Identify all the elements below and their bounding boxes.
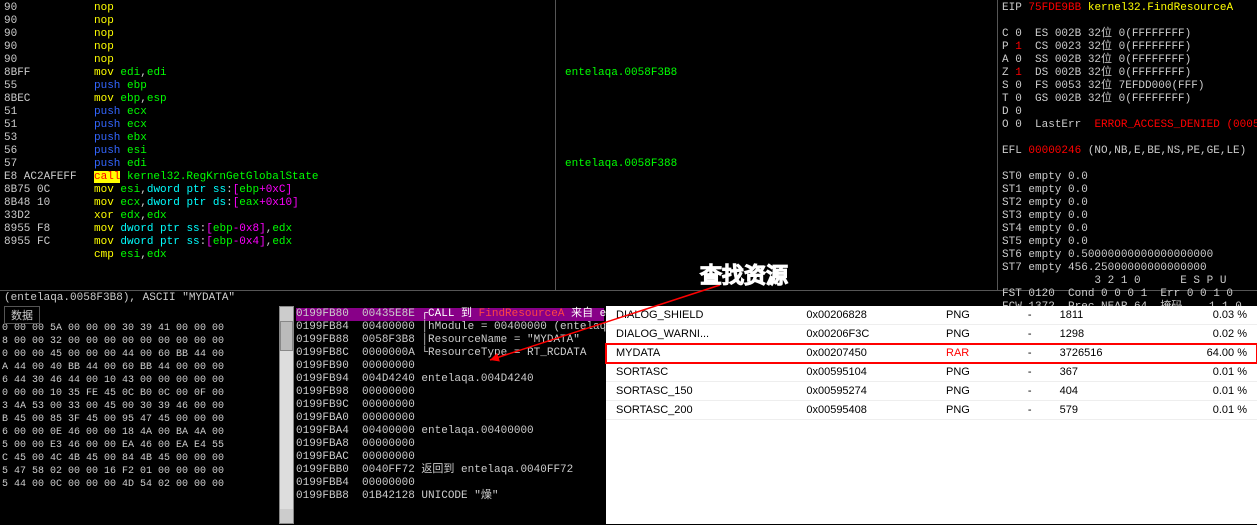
disasm-row[interactable]: 90nop <box>4 41 993 54</box>
disasm-row[interactable]: 8BFFmov edi,edientelaqa.0058F3B8 <box>4 67 993 80</box>
hex-row[interactable]: 8 00 00 32 00 00 00 00 00 00 00 00 00 <box>2 335 277 348</box>
disasm-row[interactable]: 33D2xor edx,edx <box>4 210 993 223</box>
efl-value: 00000246 <box>1028 145 1081 157</box>
hex-row[interactable]: B 45 00 85 3F 45 00 95 47 45 00 00 00 <box>2 413 277 426</box>
disasm-row[interactable]: 8B48 10mov ecx,dword ptr ds:[eax+0x10] <box>4 197 993 210</box>
hexdump-scrollbar[interactable]: ▲ ▼ <box>279 306 294 524</box>
resource-row[interactable]: SORTASC_1500x00595274PNG-4040.01 % <box>606 382 1257 401</box>
disasm-row[interactable]: 90nop <box>4 28 993 41</box>
stack-row[interactable]: 0199FB9C 00000000 <box>296 399 604 412</box>
stack-row[interactable]: 0199FBAC 00000000 <box>296 451 604 464</box>
hexdump-panel[interactable]: 0 00 00 5A 00 00 00 30 39 41 00 00 008 0… <box>0 306 279 524</box>
stack-row[interactable]: 0199FB90 00000000 <box>296 360 604 373</box>
disasm-row[interactable]: 51push ecx <box>4 119 993 132</box>
disasm-row[interactable]: 8BECmov ebp,esp <box>4 93 993 106</box>
stack-row[interactable]: 0199FBA0 00000000 <box>296 412 604 425</box>
resource-row[interactable]: DIALOG_WARNI...0x00206F3CPNG-12980.02 % <box>606 325 1257 344</box>
hex-row[interactable]: 0 00 00 5A 00 00 00 30 39 41 00 00 00 <box>2 322 277 335</box>
disassembly-panel[interactable]: 90nop90nop90nop90nop90nop8BFFmov edi,edi… <box>0 0 997 290</box>
flag-row: A 0 SS 002B 32位 0(FFFFFFFF) <box>1002 54 1253 67</box>
hex-row[interactable]: 6 00 00 0E 46 00 00 18 4A 00 BA 4A 00 <box>2 426 277 439</box>
stack-row[interactable]: 0199FBB8 01B42128 UNICODE "燥" <box>296 490 604 503</box>
disasm-row[interactable]: 90nop <box>4 54 993 67</box>
hex-row[interactable]: A 44 00 40 BB 44 00 60 BB 44 00 00 00 <box>2 361 277 374</box>
flag-row: T 0 GS 002B 32位 0(FFFFFFFF) <box>1002 93 1253 106</box>
fpu-row: ST7 empty 456.25000000000000000 <box>1002 262 1253 275</box>
hex-row[interactable]: C 45 00 4C 4B 45 00 84 4B 45 00 00 00 <box>2 452 277 465</box>
stack-row[interactable]: 0199FB98 00000000 <box>296 386 604 399</box>
eip-function: kernel32.FindResourceA <box>1088 2 1233 14</box>
flag-row: C 0 ES 002B 32位 0(FFFFFFFF) <box>1002 28 1253 41</box>
eip-address: 75FDE9BB <box>1028 2 1081 14</box>
disasm-row[interactable]: 56push esi <box>4 145 993 158</box>
fpu-status-row: 3 2 1 0 E S P U <box>1002 275 1253 288</box>
scroll-thumb[interactable] <box>280 321 293 351</box>
stack-row[interactable]: 0199FBB0 0040FF72 返回到 entelaqa.0040FF72 <box>296 464 604 477</box>
fpu-status-row: FST 0120 Cond 0 0 0 1 Err 0 0 1 0 <box>1002 288 1253 301</box>
disasm-row[interactable]: 90nop <box>4 15 993 28</box>
fpu-row: ST1 empty 0.0 <box>1002 184 1253 197</box>
hex-row[interactable]: 5 44 00 0C 00 00 00 4D 54 02 00 00 00 <box>2 478 277 491</box>
disasm-row[interactable]: 55push ebp <box>4 80 993 93</box>
stack-row[interactable]: 0199FBA4 00400000 entelaqa.00400000 <box>296 425 604 438</box>
stack-row[interactable]: 0199FB8C 0000000A └ResourceType = RT_RCD… <box>296 347 604 360</box>
stack-panel[interactable]: 0199FB80 00435E8E ┌CALL 到 FindResourceA … <box>294 306 606 524</box>
flag-row: S 0 FS 0053 32位 7EFDD000(FFF) <box>1002 80 1253 93</box>
fpu-row: ST5 empty 0.0 <box>1002 236 1253 249</box>
flag-row: O 0 LastErr ERROR_ACCESS_DENIED (0005 <box>1002 119 1253 132</box>
eip-label: EIP <box>1002 2 1022 14</box>
disasm-row[interactable]: 8955 FCmov dword ptr ss:[ebp-0x4],edx <box>4 236 993 249</box>
scroll-down-button[interactable]: ▼ <box>280 509 293 523</box>
fpu-row: ST0 empty 0.0 <box>1002 171 1253 184</box>
resource-table[interactable]: DIALOG_SHIELD0x00206828PNG-18110.03 %DIA… <box>606 306 1257 524</box>
hexdump-label: 数据 <box>4 306 40 324</box>
hex-row[interactable]: 5 47 58 02 00 00 16 F2 01 00 00 00 00 <box>2 465 277 478</box>
disasm-row[interactable]: cmp esi,edx <box>4 249 993 262</box>
resource-row[interactable]: SORTASC0x00595104PNG-3670.01 % <box>606 363 1257 382</box>
resource-row[interactable]: SORTASC_2000x00595408PNG-5790.01 % <box>606 401 1257 420</box>
hex-row[interactable]: 0 00 00 45 00 00 00 44 00 60 BB 44 00 <box>2 348 277 361</box>
hex-row[interactable]: 3 4A 53 00 33 00 45 00 30 39 46 00 00 <box>2 400 277 413</box>
stack-row[interactable]: 0199FB84 00400000 │hModule = 00400000 (e… <box>296 321 604 334</box>
disasm-row[interactable]: 8955 F8mov dword ptr ss:[ebp-0x8],edx <box>4 223 993 236</box>
resource-row[interactable]: DIALOG_SHIELD0x00206828PNG-18110.03 % <box>606 306 1257 325</box>
hex-row[interactable]: 5 00 00 E3 46 00 00 EA 46 00 EA E4 55 <box>2 439 277 452</box>
flag-row: P 1 CS 0023 32位 0(FFFFFFFF) <box>1002 41 1253 54</box>
scroll-up-button[interactable]: ▲ <box>280 307 293 321</box>
hex-row[interactable]: 6 44 30 46 44 00 10 43 00 00 00 00 00 <box>2 374 277 387</box>
disasm-row[interactable]: 51push ecx <box>4 106 993 119</box>
stack-row[interactable]: 0199FBB4 00000000 <box>296 477 604 490</box>
fpu-row: ST2 empty 0.0 <box>1002 197 1253 210</box>
disasm-row[interactable]: 53push ebx <box>4 132 993 145</box>
flag-row: D 0 <box>1002 106 1253 119</box>
disasm-row[interactable]: 90nop <box>4 2 993 15</box>
disasm-row[interactable]: 8B75 0Cmov esi,dword ptr ss:[ebp+0xC] <box>4 184 993 197</box>
hex-row[interactable]: 0 00 00 10 35 FE 45 0C B0 0C 00 0F 00 <box>2 387 277 400</box>
flag-row: Z 1 DS 002B 32位 0(FFFFFFFF) <box>1002 67 1253 80</box>
fpu-row: ST3 empty 0.0 <box>1002 210 1253 223</box>
stack-row[interactable]: 0199FBA8 00000000 <box>296 438 604 451</box>
disasm-row[interactable]: 57push edientelaqa.0058F388 <box>4 158 993 171</box>
resource-row[interactable]: MYDATA0x00207450RAR-372651664.00 % <box>606 344 1257 363</box>
fpu-row: ST4 empty 0.0 <box>1002 223 1253 236</box>
registers-panel[interactable]: EIP 75FDE9BB kernel32.FindResourceA C 0 … <box>997 0 1257 290</box>
stack-row[interactable]: 0199FB94 004D4240 entelaqa.004D4240 <box>296 373 604 386</box>
stack-row[interactable]: 0199FB88 0058F3B8 │ResourceName = "MYDAT… <box>296 334 604 347</box>
fpu-row: ST6 empty 0.50000000000000000000 <box>1002 249 1253 262</box>
stack-row[interactable]: 0199FB80 00435E8E ┌CALL 到 FindResourceA … <box>296 308 604 321</box>
efl-desc: (NO,NB,E,BE,NS,PE,GE,LE) <box>1088 145 1246 157</box>
disasm-row[interactable]: E8 AC2AFEFFcall kernel32.RegKrnGetGlobal… <box>4 171 993 184</box>
